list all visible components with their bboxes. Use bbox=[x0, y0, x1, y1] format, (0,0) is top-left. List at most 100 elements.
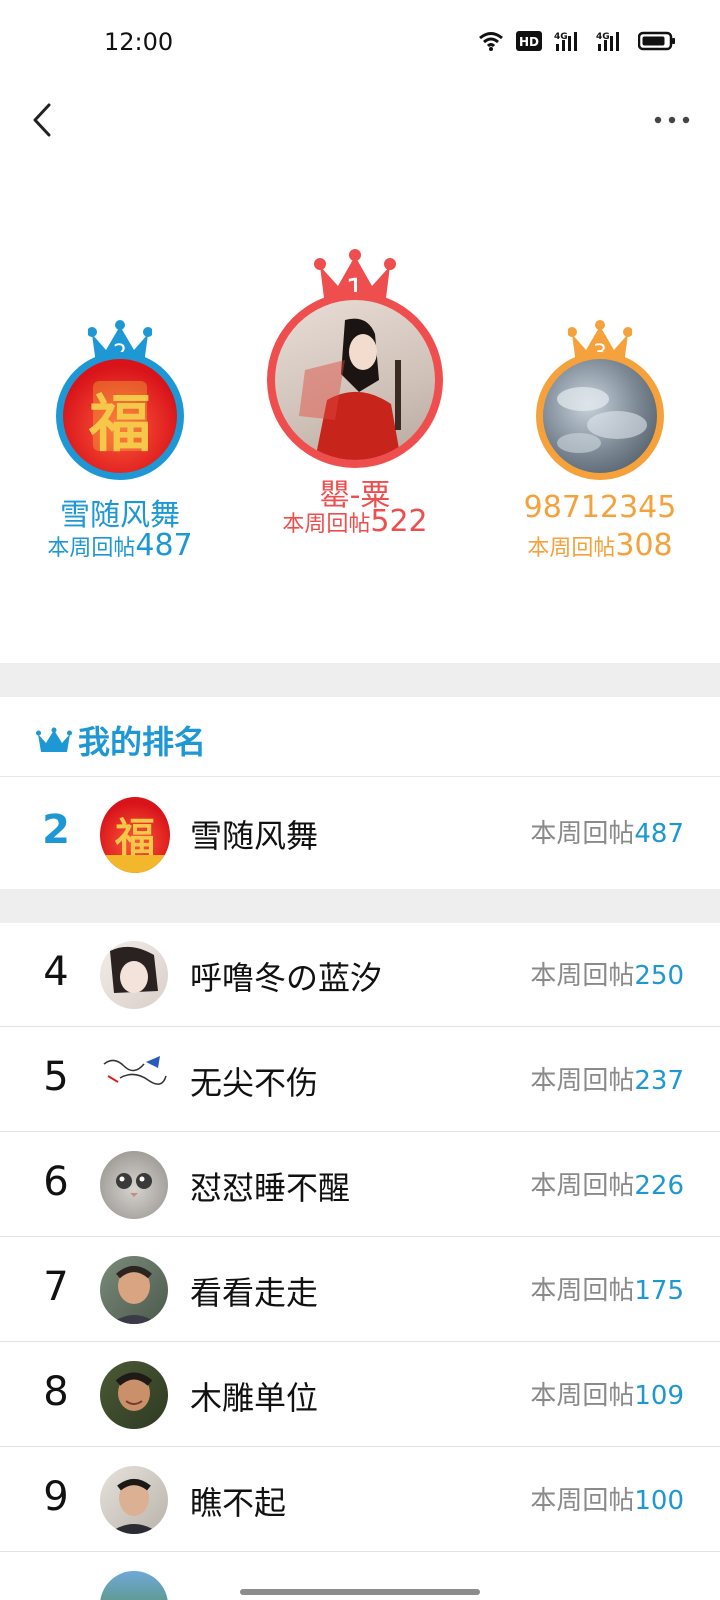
user-name: 雪随风舞 bbox=[190, 817, 319, 855]
chevron-left-icon bbox=[33, 103, 51, 137]
svg-text:福: 福 bbox=[114, 814, 155, 861]
rank-number: 8 bbox=[43, 1369, 69, 1415]
score-label: 本周回帖 bbox=[530, 1486, 635, 1516]
podium-second[interactable]: 2 福 雪随风舞 本周回帖487 bbox=[30, 310, 210, 600]
podium-first[interactable]: 1 罌-粟 本周回帖522 bbox=[250, 240, 460, 550]
status-icons: HD 4G 4G bbox=[478, 30, 676, 52]
calligraphy-avatar-image bbox=[103, 1056, 167, 1085]
score: 本周回帖487 bbox=[530, 813, 684, 850]
ranking-row[interactable]: 8 木雕单位 本周回帖109 bbox=[0, 1343, 720, 1447]
status-time: 12:00 bbox=[104, 28, 174, 56]
user-name: 怼怼睡不醒 bbox=[190, 1169, 351, 1207]
cat-avatar-image bbox=[116, 1173, 152, 1197]
avatar bbox=[275, 300, 435, 460]
section-divider bbox=[0, 889, 720, 923]
score-label: 本周回帖 bbox=[530, 819, 635, 849]
my-rank-header: 我的排名 bbox=[0, 697, 720, 777]
score: 本周回帖237 bbox=[530, 1060, 684, 1097]
score-label: 本周回帖 bbox=[530, 1066, 635, 1096]
avatar bbox=[100, 1256, 168, 1324]
score-label: 本周回帖 bbox=[530, 1276, 635, 1306]
rank-number: 7 bbox=[43, 1264, 69, 1310]
avatar: 福 bbox=[63, 359, 177, 473]
score-label: 本周回帖 bbox=[530, 961, 635, 991]
my-rank-row[interactable]: 2 福 雪随风舞 本周回帖487 bbox=[0, 777, 720, 889]
avatar-image bbox=[110, 1266, 158, 1324]
crown-icon bbox=[36, 727, 72, 752]
score-value: 308 bbox=[615, 528, 673, 563]
avatar bbox=[100, 1361, 168, 1429]
battery-icon bbox=[638, 31, 675, 51]
score: 本周回帖109 bbox=[530, 1375, 684, 1412]
avatar-image bbox=[115, 1372, 153, 1411]
clouds-avatar-image bbox=[557, 387, 647, 453]
podium-name: 98712345 bbox=[523, 490, 677, 525]
user-name: 呼噜冬の蓝汐 bbox=[190, 959, 383, 997]
rank-number: 4 bbox=[43, 949, 69, 995]
user-name: 木雕单位 bbox=[190, 1379, 319, 1417]
rank-number: 6 bbox=[43, 1159, 69, 1205]
fu-avatar-image: 福 bbox=[88, 381, 151, 460]
ranking-row[interactable]: 4 呼噜冬の蓝汐 本周回帖250 bbox=[0, 923, 720, 1027]
back-button[interactable] bbox=[22, 96, 62, 144]
podium-score: 本周回帖487 bbox=[30, 528, 210, 563]
status-bar: 12:00 HD 4G 4G bbox=[0, 0, 720, 88]
rank-number: 9 bbox=[43, 1474, 69, 1520]
more-button[interactable] bbox=[648, 96, 696, 144]
user-name: 看看走走 bbox=[190, 1274, 319, 1312]
score: 本周回帖226 bbox=[530, 1165, 684, 1202]
score-value: 109 bbox=[634, 1381, 684, 1411]
ranking-row[interactable]: 9 瞧不起 本周回帖100 bbox=[0, 1448, 720, 1552]
podium: 2 福 雪随风舞 本周回帖487 1 bbox=[0, 240, 720, 640]
score-label: 本周回帖 bbox=[47, 536, 136, 561]
score-value: 522 bbox=[370, 504, 428, 539]
avatar-image bbox=[108, 1479, 160, 1534]
score-label: 本周回帖 bbox=[282, 512, 371, 537]
score-label: 本周回帖 bbox=[527, 536, 616, 561]
score-value: 100 bbox=[634, 1486, 684, 1516]
avatar-ring bbox=[536, 352, 664, 480]
score: 本周回帖250 bbox=[530, 955, 684, 992]
signal-icon-1: 4G bbox=[554, 32, 577, 51]
score-value: 175 bbox=[634, 1276, 684, 1306]
wifi-icon bbox=[479, 32, 503, 51]
ranking-row[interactable]: 5 无尖不伤 本周回帖237 bbox=[0, 1028, 720, 1132]
rank-number: 5 bbox=[43, 1054, 69, 1100]
avatar-ring bbox=[267, 292, 443, 468]
score: 本周回帖175 bbox=[530, 1270, 684, 1307]
user-name: 无尖不伤 bbox=[190, 1064, 319, 1102]
nav-bar bbox=[0, 88, 720, 152]
score: 本周回帖100 bbox=[530, 1480, 684, 1517]
avatar-ring: 福 bbox=[56, 352, 184, 480]
score-value: 226 bbox=[634, 1171, 684, 1201]
podium-score: 本周回帖522 bbox=[250, 504, 460, 539]
score-value: 250 bbox=[634, 961, 684, 991]
home-indicator bbox=[240, 1589, 480, 1595]
user-name: 瞧不起 bbox=[190, 1484, 287, 1522]
podium-third[interactable]: 3 98712345 本周回帖308 bbox=[500, 310, 700, 600]
more-horizontal-icon bbox=[654, 116, 690, 124]
score-label: 本周回帖 bbox=[530, 1381, 635, 1411]
score-value: 237 bbox=[634, 1066, 684, 1096]
score-label: 本周回帖 bbox=[530, 1171, 635, 1201]
avatar-image bbox=[110, 946, 158, 993]
avatar bbox=[100, 1466, 168, 1534]
hd-icon: HD bbox=[516, 31, 542, 51]
svg-text:HD: HD bbox=[519, 35, 539, 49]
fu-avatar-image: 福 bbox=[100, 814, 170, 873]
avatar: 福 bbox=[100, 797, 170, 873]
ranking-row[interactable]: 7 看看走走 本周回帖175 bbox=[0, 1238, 720, 1342]
my-rank-title: 我的排名 bbox=[78, 723, 207, 761]
ranking-row[interactable]: 6 怼怼睡不醒 本周回帖226 bbox=[0, 1133, 720, 1237]
section-divider bbox=[0, 663, 720, 697]
avatar bbox=[100, 1571, 168, 1600]
signal-icon-2: 4G bbox=[596, 32, 619, 51]
avatar bbox=[100, 941, 168, 1009]
portrait-avatar-image bbox=[299, 318, 401, 460]
score-value: 487 bbox=[634, 819, 684, 849]
podium-score: 本周回帖308 bbox=[500, 528, 700, 563]
rank-number: 2 bbox=[42, 807, 70, 853]
svg-text:福: 福 bbox=[88, 387, 151, 460]
svg-text:4G: 4G bbox=[554, 32, 568, 42]
svg-text:4G: 4G bbox=[596, 32, 610, 42]
